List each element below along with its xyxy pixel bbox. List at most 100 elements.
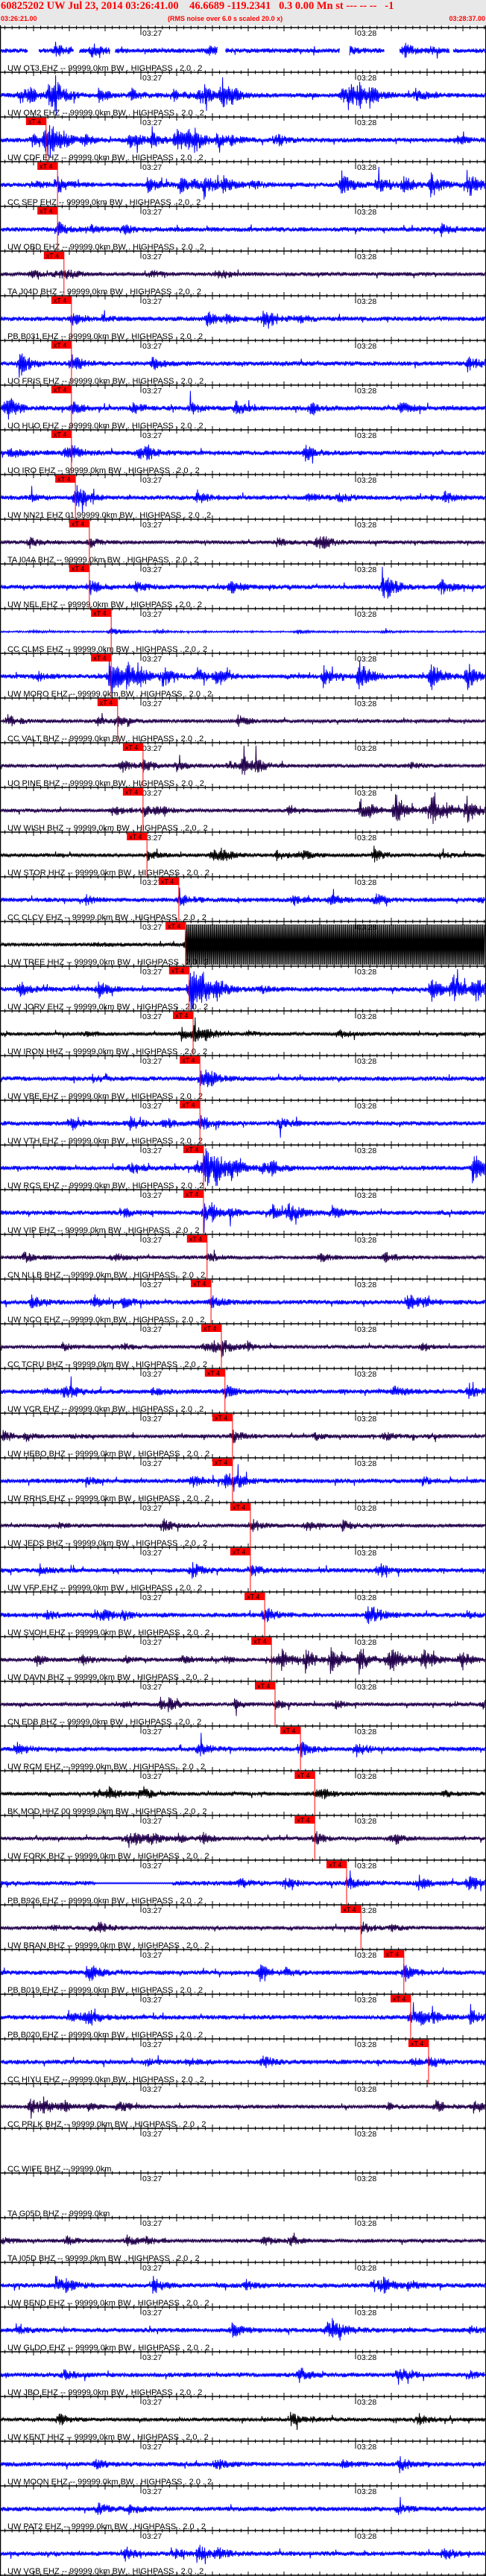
minute-label: 03:27 <box>142 2309 162 2318</box>
waveform-trace <box>0 1831 486 1848</box>
pick-label: xT 4 <box>54 297 66 305</box>
station-label: UW TREE HHZ -- 99999.0km BW . HIGHPASS .… <box>7 958 209 967</box>
station-label: TA I04A BHZ -- 99999.0km BW . HIGHPASS .… <box>7 556 198 565</box>
minute-label: 03:27 <box>142 342 162 351</box>
station-label: UW CDF EHZ -- 99999.0km BW . HIGHPASS . … <box>7 153 203 162</box>
waveform-trace <box>0 1606 486 1625</box>
minute-label: 03:28 <box>357 1191 376 1200</box>
trace-row: 03:27 03:28 UW JBO EHZ -- 99999.0km BW . H… <box>0 2388 486 2431</box>
trace-row: 03:27 03:28 CN NLLB BHZ -- 99999.0km BW . … <box>0 1271 486 1310</box>
pick-label: xT 4 <box>193 1281 206 1288</box>
station-label: UW IRON HHZ -- 99999.0km BW . HIGHPASS .… <box>7 1047 207 1056</box>
minute-label: 03:28 <box>357 2174 376 2183</box>
waveform-trace <box>0 659 486 694</box>
trace-row: 03:27 03:28 UW OT3 EHZ -- 99999.0km BW . H… <box>0 64 486 116</box>
minute-label: 03:28 <box>357 253 376 261</box>
trace-row: 03:27 03:28 UW NN21 EHZ 01 99999.0km BW . … <box>0 511 486 549</box>
minute-label: 03:28 <box>357 834 376 843</box>
trace-row: 03:27 03:28 UW RCM EHZ -- 99999.0km BW . H… <box>0 1763 486 1800</box>
minute-label: 03:28 <box>357 1370 376 1379</box>
pick-label: xT 4 <box>57 476 70 483</box>
station-label: UW JBO EHZ -- 99999.0km BW . HIGHPASS . … <box>7 2388 202 2397</box>
pick-label: xT 4 <box>233 1549 245 1556</box>
minute-label: 03:27 <box>142 1236 162 1245</box>
minute-label: 03:28 <box>357 29 376 38</box>
station-label: UO IRO EHZ -- 99999.0km BW . HIGHPASS . … <box>7 466 200 475</box>
waveform-trace <box>0 353 486 378</box>
waveform-trace <box>0 41 486 59</box>
waveform-trace <box>0 1069 486 1088</box>
trace-row: 03:27 03:28 PB B020 EHZ -- 99999.0km BW . … <box>0 2031 486 2069</box>
pick-label: xT 4 <box>168 923 180 930</box>
pick-label: xT 4 <box>54 431 66 439</box>
trace-row: 03:27 03:28 UW NEL EHZ -- 99999.0km BW . H… <box>0 600 486 635</box>
station-label: UW NN21 EHZ 01 99999.0km BW . HIGHPASS .… <box>7 511 211 520</box>
station-label: UW JEDS BHZ -- 99999.0km BW . HIGHPASS .… <box>7 1539 207 1548</box>
trace-row: 03:27 03:28 UW TREE HHZ -- 99999.0km BW . … <box>0 958 486 1010</box>
minute-label: 03:27 <box>142 2398 162 2407</box>
pick-label: xT 4 <box>257 1683 270 1690</box>
trace-row: 03:27 03:28CC CLMS EHZ -- 99999.0km BW . … <box>0 645 486 694</box>
minute-label: 03:28 <box>357 2443 376 2452</box>
pick-label: xT 4 <box>40 208 52 215</box>
trace-row: 03:27 03:28 UW HEBO BHZ -- 99999.0km BW . … <box>0 1450 486 1492</box>
trace-row: 03:27 03:28 UO FRIS EHZ -- 99999.0km BW . … <box>0 377 486 420</box>
trace-row: 03:27 03:28 CC PRLK BHZ -- 99999.0km BW . … <box>0 2120 486 2139</box>
waveform-trace <box>0 1114 486 1138</box>
waveform-trace <box>0 124 486 158</box>
pick-label: xT 4 <box>46 253 59 260</box>
minute-label: 03:27 <box>142 1996 162 2005</box>
waveform-trace <box>0 887 486 907</box>
waveform-trace <box>0 1964 486 1982</box>
minute-label: 03:28 <box>357 1504 376 1513</box>
minute-label: 03:28 <box>357 1549 376 1558</box>
minute-label: 03:28 <box>357 342 376 351</box>
pick-label: xT 4 <box>297 1772 309 1780</box>
station-label: UW WISH BHZ -- 99999.0km BW . HIGHPASS .… <box>7 824 208 833</box>
trace-row: 03:27 03:28 BK MOD HHZ 00 99999.0km BW . H… <box>0 1807 486 1848</box>
minute-label: 03:28 <box>357 1325 376 1334</box>
station-label: UO HUO EHZ -- 99999.0km BW . HIGHPASS . … <box>7 422 203 431</box>
minute-label: 03:27 <box>142 476 162 485</box>
minute-label: 03:28 <box>357 1057 376 1066</box>
minute-label: 03:27 <box>142 2264 162 2273</box>
minute-label: 03:27 <box>142 297 162 306</box>
station-label: UW VIP EHZ -- 99999.0km BW . HIGHPASS . … <box>7 1226 200 1235</box>
minute-label: 03:27 <box>142 431 162 440</box>
minute-label: 03:27 <box>142 2174 162 2183</box>
minute-label: 03:28 <box>357 163 376 172</box>
trace-row: 03:27 03:28 UW RRHS EHZ -- 99999.0km BW . … <box>0 1494 486 1532</box>
station-label: CC PRLK BHZ -- 99999.0km BW . HIGHPASS .… <box>7 2120 206 2129</box>
station-label: CC TCRU BHZ -- 99999.0km BW . HIGHPASS .… <box>7 1360 207 1369</box>
minute-label: 03:28 <box>357 1012 376 1021</box>
minute-label: 03:27 <box>142 1281 162 1289</box>
minute-label: 03:27 <box>142 1102 162 1111</box>
minute-label: 03:27 <box>142 2219 162 2228</box>
pick-label: xT 4 <box>393 1996 405 2003</box>
minute-label: 03:28 <box>357 878 376 887</box>
station-label: UW GLDO EHZ -- 99999.0km BW . HIGHPASS .… <box>7 2344 209 2353</box>
station-label: UW VBE EHZ -- 99999.0km BW . HIGHPASS . … <box>7 1092 203 1101</box>
station-label: UW KENT HHZ -- 99999.0km BW . HIGHPASS .… <box>7 2433 209 2442</box>
trace-row: 03:27 03:28 TA I05D BHZ -- 99999.0km BW . … <box>0 2254 486 2294</box>
minute-label: 03:28 <box>357 208 376 217</box>
minute-label: 03:28 <box>357 1236 376 1245</box>
pick-label: xT 4 <box>233 1504 245 1511</box>
trace-row: 03:27 03:28 UW IRON HHZ -- 99999.0km BW . … <box>0 1047 486 1088</box>
minute-label: 03:27 <box>142 789 162 798</box>
waveform-trace <box>0 2276 486 2294</box>
station-label: UO PINE BHZ -- 99999.0km BW . HIGHPASS .… <box>7 779 204 788</box>
waveform-trace <box>0 2456 486 2474</box>
station-label: TA I05D BHZ -- 99999.0km BW . HIGHPASS .… <box>7 2254 200 2263</box>
station-label: UW SVOH EHZ -- 99999.0km BW . HIGHPASS .… <box>7 1628 209 1637</box>
minute-label: 03:28 <box>357 2264 376 2273</box>
minute-label: 03:28 <box>357 744 376 753</box>
trace-row: 03:27 03:28 UO PINE BHZ -- 99999.0km BW . … <box>0 779 486 825</box>
minute-label: 03:28 <box>357 387 376 396</box>
seismogram-record-section: 03:27 03:28 03:27 03:28 UW OT3 EHZ -- 99999.… <box>0 0 486 2576</box>
waveform-trace <box>0 1870 486 1891</box>
minute-label: 03:27 <box>142 2487 162 2496</box>
station-label: UW VFP EHZ -- 99999.0km BW . HIGHPASS . … <box>7 1584 202 1593</box>
waveform-trace <box>0 221 486 238</box>
waveform-trace <box>0 1561 486 1579</box>
